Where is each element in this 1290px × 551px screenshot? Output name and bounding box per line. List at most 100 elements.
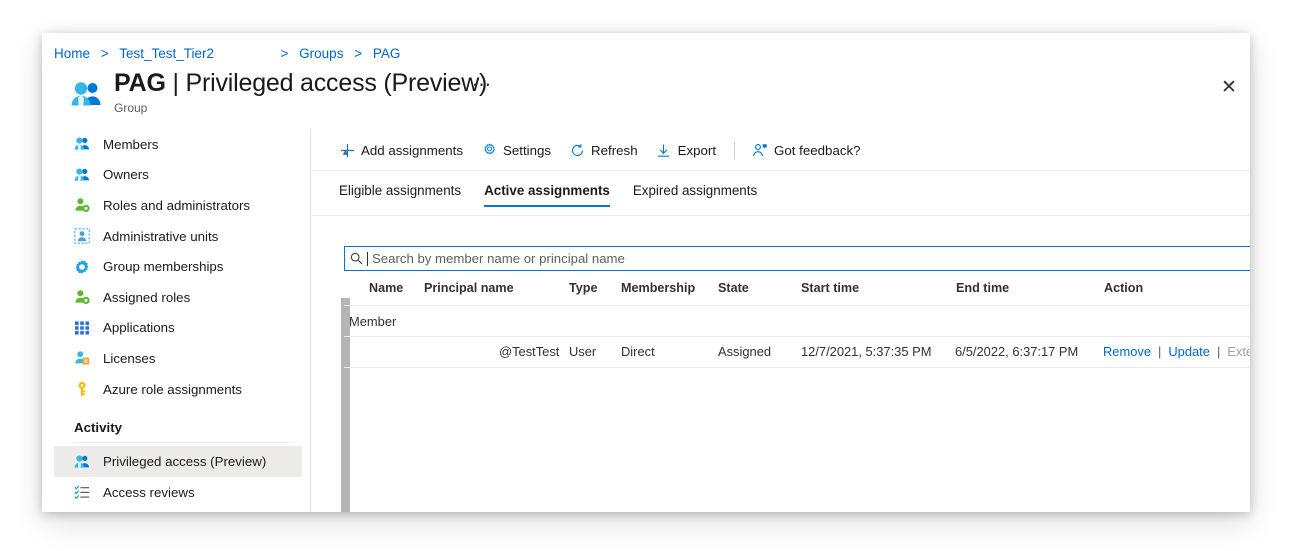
tabs-underline xyxy=(312,215,1250,216)
search-placeholder: Search by member name or principal name xyxy=(368,251,625,266)
sidebar-item-label: Roles and administrators xyxy=(103,198,250,213)
sidebar-item-group-memberships[interactable]: Group memberships xyxy=(54,251,302,282)
sidebar-section-activity: Activity xyxy=(54,404,302,438)
search-icon xyxy=(345,252,367,265)
table-divider xyxy=(344,367,1250,368)
cell-start-time: 12/7/2021, 5:37:35 PM xyxy=(801,344,931,359)
group-memberships-icon xyxy=(74,259,90,275)
sidebar-item-label: Assigned roles xyxy=(103,290,190,305)
tab-active-assignments[interactable]: Active assignments xyxy=(484,183,610,207)
feedback-icon xyxy=(752,142,768,158)
tab-eligible-assignments[interactable]: Eligible assignments xyxy=(339,183,461,207)
breadcrumb-separator: > xyxy=(101,46,109,61)
page-title-rest: Privileged access (Preview) xyxy=(186,69,488,97)
column-header-principal-name[interactable]: Principal name xyxy=(424,281,514,295)
sidebar-item-label: Azure role assignments xyxy=(103,382,242,397)
breadcrumb-item-tenant[interactable]: Test_Test_Tier2 xyxy=(119,46,214,61)
page-title-divider: | xyxy=(166,69,186,97)
main-content: Add assignments Settings xyxy=(312,129,1250,512)
screenshot-root: Home > Test_Test_Tier2 > Groups > PAG P xyxy=(0,0,1290,551)
sidebar-item-label: Privileged access (Preview) xyxy=(103,454,266,469)
got-feedback-button[interactable]: Got feedback? xyxy=(752,135,861,165)
group-row-label: Member xyxy=(349,314,396,329)
sidebar-item-label: Group memberships xyxy=(103,259,223,274)
admin-units-icon xyxy=(74,228,90,244)
toolbar-button-label: Export xyxy=(678,143,716,158)
add-assignments-button[interactable]: Add assignments xyxy=(339,135,463,165)
page-title-bold: PAG xyxy=(114,69,166,97)
column-header-type[interactable]: Type xyxy=(569,281,597,295)
more-menu-icon[interactable]: ⋯ xyxy=(472,81,492,91)
action-separator: | xyxy=(1158,344,1161,359)
sidebar-item-label: Applications xyxy=(103,320,175,335)
sidebar-item-label: Members xyxy=(103,137,158,152)
sidebar-item-label: Administrative units xyxy=(103,229,218,244)
close-icon[interactable]: ✕ xyxy=(1218,77,1240,99)
toolbar-underline xyxy=(312,170,1250,171)
toolbar-button-label: Settings xyxy=(503,143,551,158)
nav-content-divider xyxy=(310,129,311,512)
key-icon xyxy=(74,381,90,397)
breadcrumb-separator: > xyxy=(354,46,362,61)
gear-icon xyxy=(481,142,497,158)
breadcrumb-separator: > xyxy=(281,46,289,61)
cell-end-time: 6/5/2022, 6:37:17 PM xyxy=(955,344,1078,359)
sidebar-item-access-reviews[interactable]: Access reviews xyxy=(54,477,302,508)
tab-label: Expired assignments xyxy=(633,183,757,198)
export-button[interactable]: Export xyxy=(656,135,716,165)
plus-icon xyxy=(339,142,355,158)
refresh-button[interactable]: Refresh xyxy=(569,135,638,165)
settings-button[interactable]: Settings xyxy=(481,135,551,165)
sidebar-item-members[interactable]: Members xyxy=(54,129,302,160)
update-link[interactable]: Update xyxy=(1168,344,1210,359)
extend-link: Extend xyxy=(1227,344,1250,359)
table-row[interactable]: @TestTest User Direct Assigned 12/7/2021… xyxy=(344,337,1250,367)
roles-icon xyxy=(74,197,90,213)
action-separator: | xyxy=(1217,344,1220,359)
sidebar-item-label: Owners xyxy=(103,167,149,182)
toolbar-button-label: Got feedback? xyxy=(774,143,861,158)
owners-icon xyxy=(74,167,90,183)
cell-state: Assigned xyxy=(718,344,771,359)
column-header-end-time[interactable]: End time xyxy=(956,281,1009,295)
tab-label: Eligible assignments xyxy=(339,183,461,198)
breadcrumb-item-pag[interactable]: PAG xyxy=(373,46,401,61)
sidebar-item-administrative-units[interactable]: Administrative units xyxy=(54,221,302,252)
members-icon xyxy=(74,136,90,152)
column-header-start-time[interactable]: Start time xyxy=(801,281,859,295)
sidebar-item-applications[interactable]: Applications xyxy=(54,313,302,344)
sidebar-item-assigned-roles[interactable]: Assigned roles xyxy=(54,282,302,313)
access-reviews-icon xyxy=(74,484,90,500)
group-icon xyxy=(70,80,104,108)
assignments-table: Name Principal name Type Membership Stat… xyxy=(344,275,1250,368)
toolbar-divider xyxy=(734,142,735,159)
column-header-state[interactable]: State xyxy=(718,281,749,295)
applications-icon xyxy=(74,320,90,336)
tab-expired-assignments[interactable]: Expired assignments xyxy=(633,183,757,207)
tab-label: Active assignments xyxy=(484,183,610,198)
sidebar-item-licenses[interactable]: Licenses xyxy=(54,343,302,374)
sidebar-item-label: Licenses xyxy=(103,351,155,366)
privileged-access-icon xyxy=(74,454,90,470)
sidebar-item-privileged-access[interactable]: Privileged access (Preview) xyxy=(54,446,302,477)
page-subtitle: Group xyxy=(114,101,147,115)
command-toolbar: Add assignments Settings xyxy=(339,133,879,167)
cell-principal-name: @TestTest xyxy=(499,344,559,359)
sidebar-item-roles-and-administrators[interactable]: Roles and administrators xyxy=(54,190,302,221)
sidebar-item-owners[interactable]: Owners xyxy=(54,160,302,191)
remove-link[interactable]: Remove xyxy=(1103,344,1151,359)
breadcrumb: Home > Test_Test_Tier2 > Groups > PAG xyxy=(54,46,400,61)
breadcrumb-item-groups[interactable]: Groups xyxy=(299,46,343,61)
column-header-membership[interactable]: Membership xyxy=(621,281,695,295)
licenses-icon xyxy=(74,350,90,366)
assignments-tabs: Eligible assignments Active assignments … xyxy=(339,177,780,207)
search-input[interactable]: Search by member name or principal name xyxy=(344,246,1250,271)
column-header-action[interactable]: Action xyxy=(1104,281,1143,295)
page-title: PAG | Privileged access (Preview) xyxy=(114,69,487,98)
column-header-name[interactable]: Name xyxy=(369,281,403,295)
refresh-icon xyxy=(569,142,585,158)
toolbar-button-label: Add assignments xyxy=(361,143,463,158)
sidebar-item-azure-role-assignments[interactable]: Azure role assignments xyxy=(54,374,302,405)
breadcrumb-item-home[interactable]: Home xyxy=(54,46,90,61)
table-header-row: Name Principal name Type Membership Stat… xyxy=(344,275,1250,305)
